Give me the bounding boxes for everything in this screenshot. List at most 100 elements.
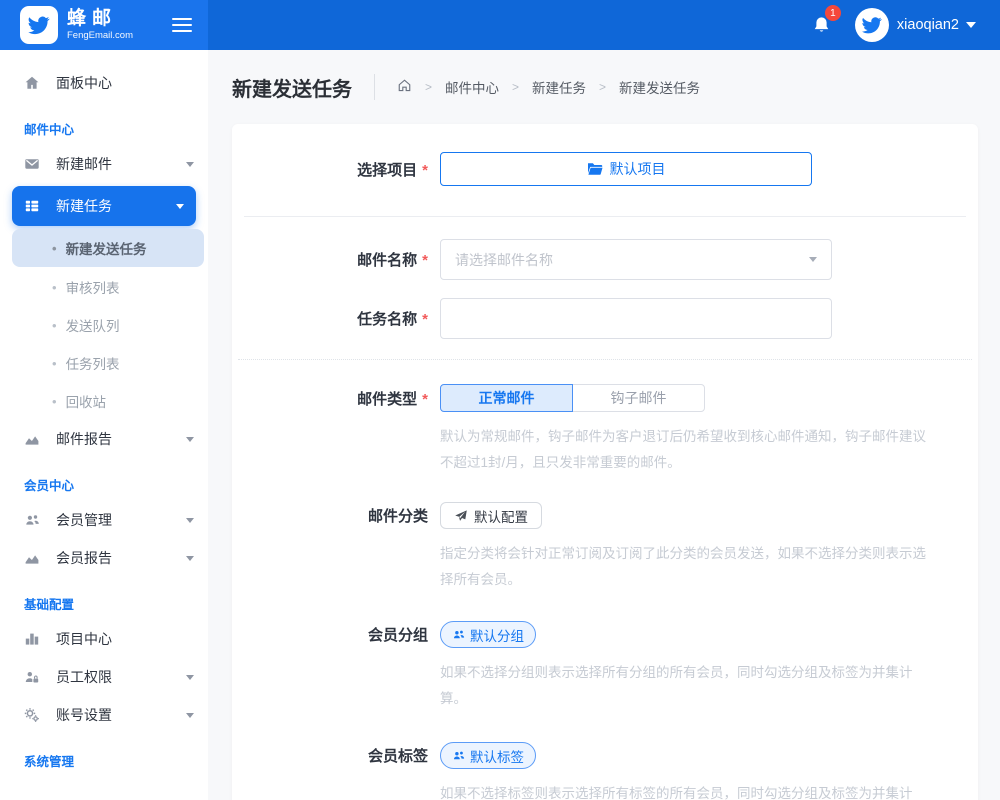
chevron-down-icon — [176, 203, 184, 209]
username: xiaoqian2 — [896, 17, 959, 33]
section-divider-dotted — [238, 359, 972, 360]
form-row-task-name: 任务名称 * — [232, 298, 978, 339]
default-tag-label: 默认标签 — [470, 749, 524, 765]
select-project-button[interactable]: 默认项目 — [440, 152, 812, 186]
chevron-down-icon — [186, 674, 194, 680]
select-placeholder: 请选择邮件名称 — [455, 251, 553, 268]
topbar-right: 1 xiaoqian2 — [208, 0, 1000, 50]
breadcrumb-separator: > — [512, 80, 520, 94]
breadcrumb: > 邮件中心 > 新建任务 > 新建发送任务 — [397, 77, 700, 97]
sidebar-item-label: 账号设置 — [56, 707, 112, 723]
mail-type-option-normal[interactable]: 正常邮件 — [440, 384, 573, 412]
sidebar-subitem-label: 回收站 — [65, 395, 107, 410]
field-label: 邮件类型 * — [357, 390, 428, 408]
sidebar-section-member-center: 会员中心 — [24, 479, 75, 493]
sidebar-item-panel-center[interactable]: 面板中心 — [0, 64, 208, 102]
home-icon — [24, 75, 42, 91]
field-label: 会员标签 — [367, 748, 428, 765]
form-group-mail-category: 邮件分类 默认配置 指定分类将会针对正常订阅及订阅了此分类的会员发送，如果不选择… — [232, 502, 978, 593]
sidebar-item-new-mail[interactable]: 新建邮件 — [0, 145, 208, 183]
users-icon — [453, 630, 465, 639]
gear-icon — [24, 707, 42, 723]
form-group-mail-type: 邮件类型 * 正常邮件 钩子邮件 默认为常规邮件，钩子邮件为客户退订后仍希望收到核… — [232, 384, 978, 476]
chevron-down-icon — [186, 517, 194, 523]
menu-toggle-icon[interactable] — [172, 14, 192, 36]
required-mark: * — [422, 390, 428, 408]
page-title: 新建发送任务 — [232, 78, 352, 101]
default-config-button[interactable]: 默认配置 — [440, 502, 542, 529]
folder-icon — [587, 163, 602, 175]
sidebar-item-staff-permission[interactable]: 员工权限 — [0, 658, 208, 696]
sidebar-item-account-settings[interactable]: 账号设置 — [0, 696, 208, 734]
default-group-label: 默认分组 — [470, 628, 524, 644]
breadcrumb-separator: > — [599, 80, 607, 94]
breadcrumb-item[interactable]: 新建任务 — [532, 77, 586, 97]
required-mark: * — [422, 161, 428, 179]
app-domain: FengEmail.com — [67, 30, 133, 42]
sidebar-item-new-task[interactable]: 新建任务 — [12, 186, 196, 226]
chart-icon — [24, 550, 42, 566]
sidebar-subitem-recycle-bin[interactable]: • 回收站 — [0, 382, 208, 420]
sidebar-section-system-management: 系统管理 — [24, 755, 75, 769]
default-tag-button[interactable]: 默认标签 — [440, 742, 536, 769]
field-label: 任务名称 * — [357, 311, 428, 328]
breadcrumb-item[interactable]: 邮件中心 — [445, 77, 499, 97]
sidebar-item-member-report[interactable]: 会员报告 — [0, 539, 208, 577]
sidebar-item-project-center[interactable]: 项目中心 — [0, 620, 208, 658]
chevron-down-icon — [186, 712, 194, 718]
users-icon — [453, 751, 465, 760]
task-name-field-wrap — [440, 298, 832, 339]
mail-name-select[interactable]: 请选择邮件名称 — [440, 239, 832, 280]
topbar: 蜂邮 FengEmail.com 1 xiaoqian2 — [0, 0, 1000, 50]
required-mark: * — [422, 311, 428, 328]
sidebar-item-label: 会员报告 — [56, 550, 112, 566]
app-name: 蜂邮 — [67, 8, 118, 30]
avatar — [854, 8, 889, 42]
sidebar-item-label: 新建任务 — [56, 198, 112, 214]
notifications-button[interactable]: 1 — [809, 5, 841, 38]
brand: 蜂邮 FengEmail.com — [0, 0, 208, 50]
field-label: 邮件分类 — [367, 508, 428, 525]
mail-category-help: 指定分类将会针对正常订阅及订阅了此分类的会员发送，如果不选择分类则表示选择所有会… — [440, 546, 926, 587]
form-card: 选择项目 * 默认项目 邮件名称 * 请选择邮件名称 任务名称 * 邮件类型 *… — [232, 124, 978, 800]
bullet-icon: • — [52, 240, 57, 256]
breadcrumb-separator: > — [425, 80, 433, 94]
mail-type-toggle: 正常邮件 钩子邮件 — [440, 384, 705, 412]
sidebar-item-member-management[interactable]: 会员管理 — [0, 501, 208, 539]
sidebar-subitem-new-send-task[interactable]: • 新建发送任务 — [12, 229, 204, 267]
task-name-input[interactable] — [455, 299, 817, 338]
default-config-label: 默认配置 — [474, 509, 528, 525]
brand-text: 蜂邮 FengEmail.com — [67, 9, 133, 41]
sidebar-item-label: 面板中心 — [56, 75, 112, 91]
user-menu[interactable]: xiaoqian2 — [854, 8, 976, 42]
required-mark: * — [422, 252, 428, 269]
grid-icon — [24, 198, 42, 214]
sidebar-subitem-send-queue[interactable]: • 发送队列 — [0, 306, 208, 344]
sidebar-section-basic-config: 基础配置 — [24, 598, 75, 612]
chevron-down-icon — [809, 257, 817, 262]
main-content: 新建发送任务 > 邮件中心 > 新建任务 > 新建发送任务 选择项目 * 默认项目 — [208, 50, 1000, 800]
user-caret-icon — [966, 22, 976, 28]
sidebar-subitem-review-list[interactable]: • 审核列表 — [0, 268, 208, 306]
sidebar-subitem-label: 审核列表 — [65, 281, 120, 296]
sidebar-item-label: 会员管理 — [56, 512, 112, 528]
sidebar-subitem-task-list[interactable]: • 任务列表 — [0, 344, 208, 382]
breadcrumb-home-icon[interactable] — [397, 78, 412, 96]
member-tag-help: 如果不选择标签则表示选择所有标签的所有会员，同时勾选分组及标签为并集计算。 — [440, 786, 913, 800]
bullet-icon: • — [52, 355, 57, 371]
form-group-member-tag: 会员标签 默认标签 如果不选择标签则表示选择所有标签的所有会员，同时勾选分组及标… — [232, 742, 978, 800]
default-group-button[interactable]: 默认分组 — [440, 621, 536, 648]
sidebar-section-mail-center: 邮件中心 — [24, 123, 75, 137]
send-icon — [455, 509, 467, 521]
sidebar: 面板中心 邮件中心 新建邮件 新建任务 • 新建发送任务 • 审核列表 • 发送… — [0, 50, 208, 800]
sidebar-subitem-label: 任务列表 — [65, 357, 120, 372]
field-label: 邮件名称 * — [357, 252, 428, 269]
bullet-icon: • — [52, 279, 57, 295]
form-group-member-group: 会员分组 默认分组 如果不选择分组则表示选择所有分组的所有会员，同时勾选分组及标… — [232, 621, 978, 712]
sidebar-item-label: 邮件报告 — [56, 431, 112, 447]
chevron-down-icon — [186, 436, 194, 442]
mail-type-option-hook[interactable]: 钩子邮件 — [572, 384, 705, 412]
sidebar-item-mail-report[interactable]: 邮件报告 — [0, 420, 208, 458]
breadcrumb-item[interactable]: 新建发送任务 — [619, 77, 700, 97]
member-group-help: 如果不选择分组则表示选择所有分组的所有会员，同时勾选分组及标签为并集计算。 — [440, 665, 913, 706]
